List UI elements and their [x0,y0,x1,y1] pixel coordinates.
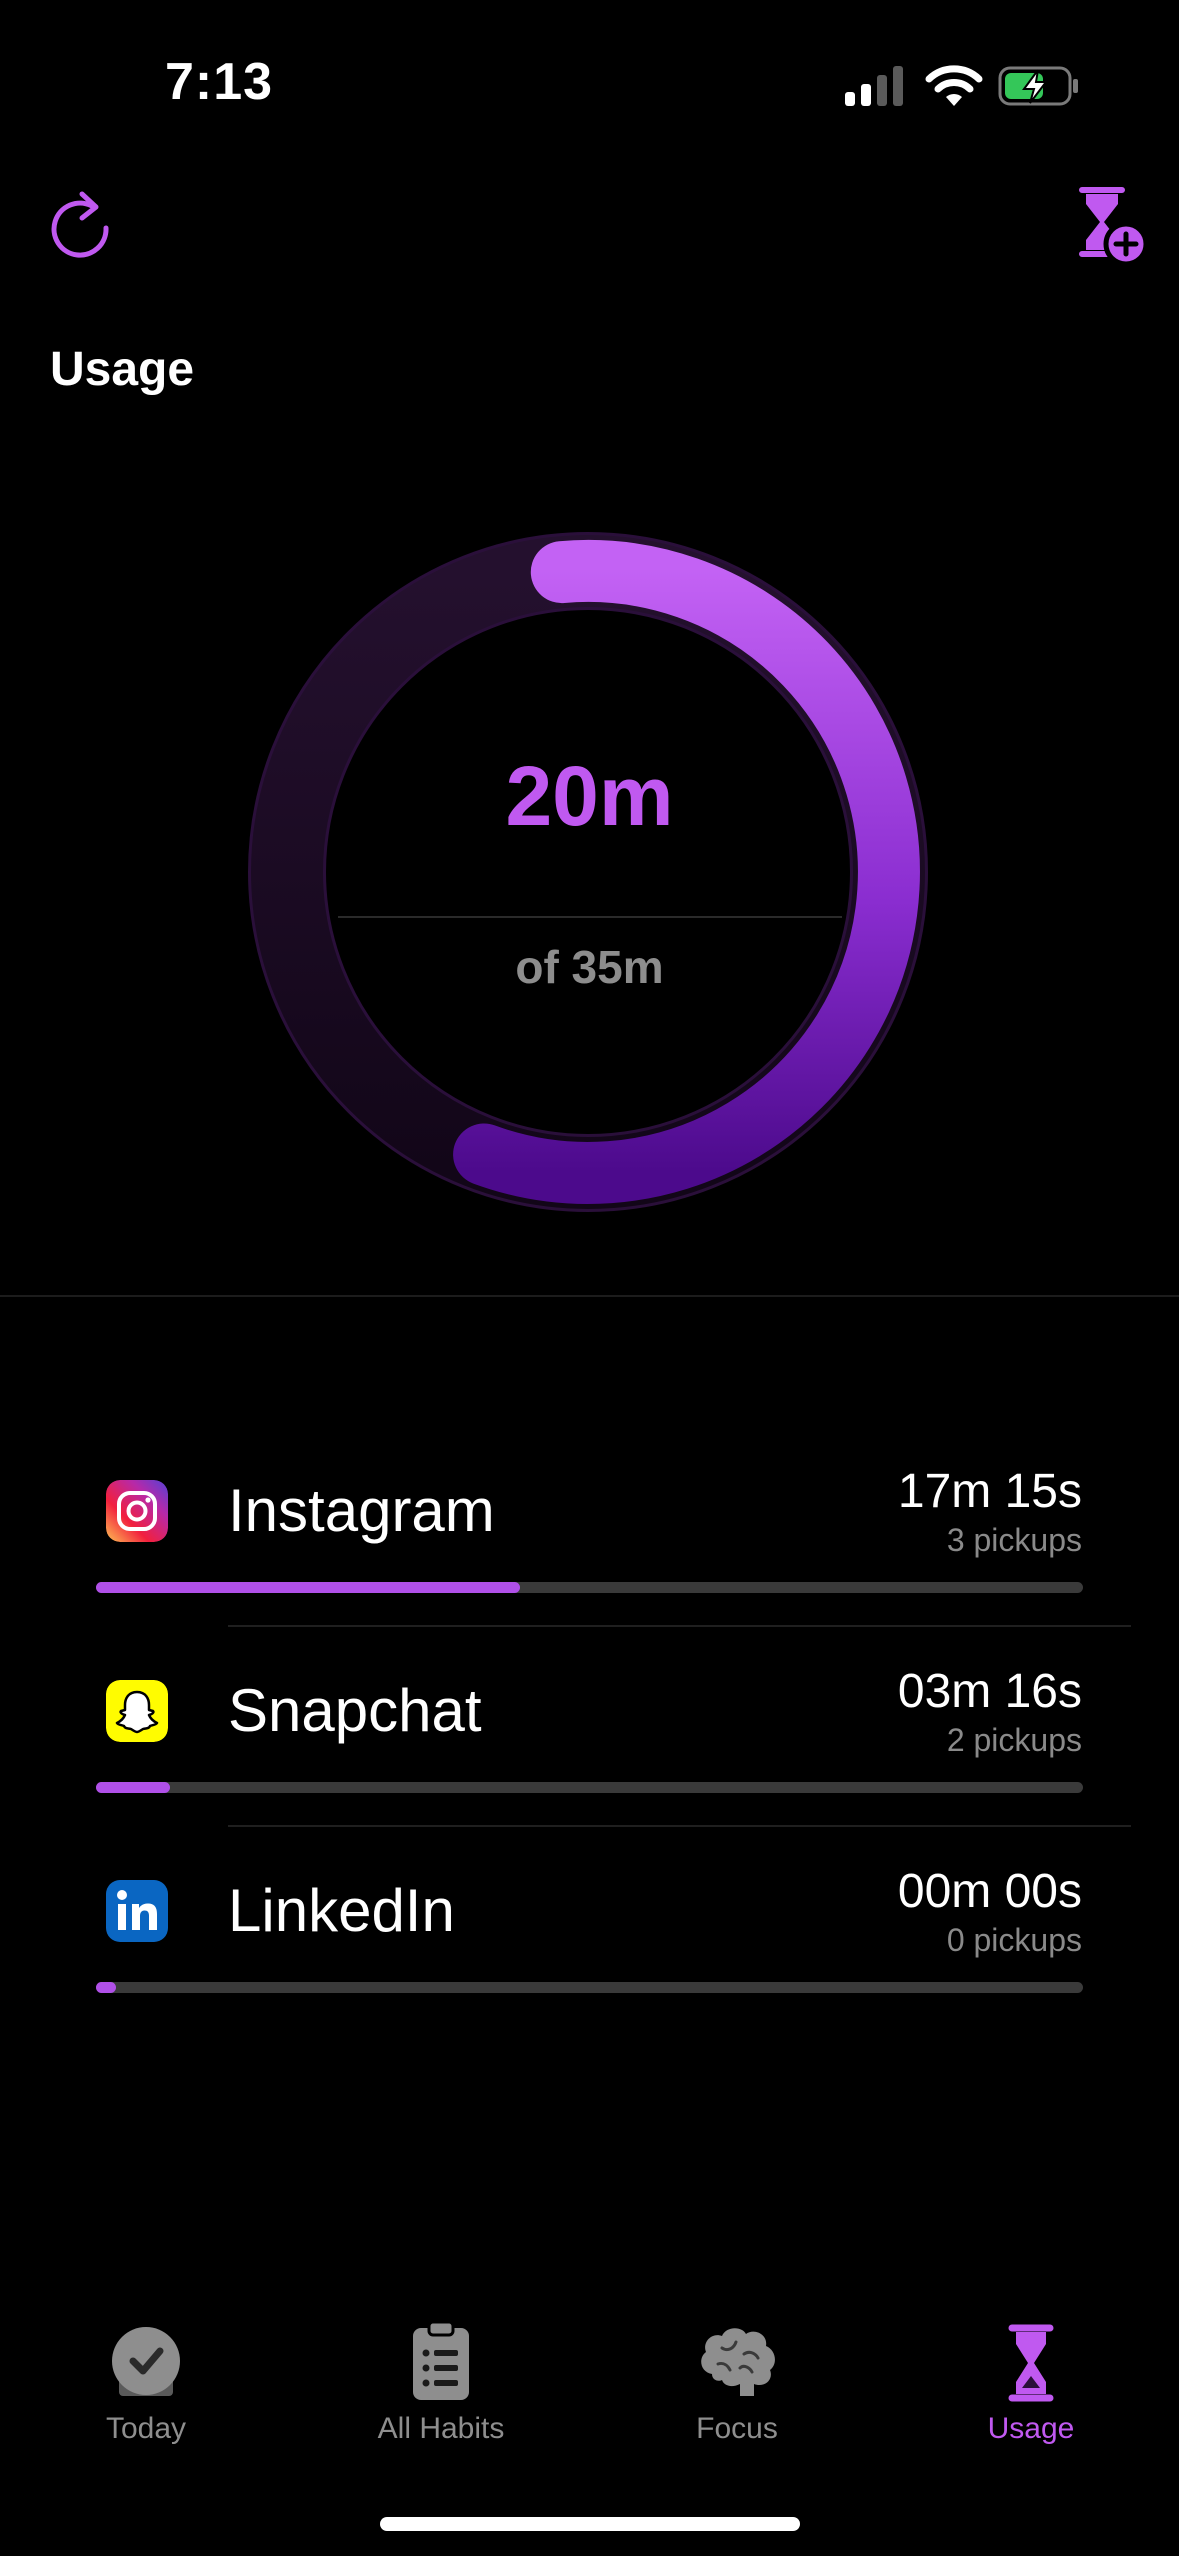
usage-progress-arc [453,539,920,1204]
wifi-icon [925,65,983,106]
tab-label: Focus [696,2412,778,2445]
tab-focus[interactable]: Focus [627,2318,847,2446]
section-divider [0,1295,1179,1297]
instagram-icon [106,1480,168,1542]
usage-limit-label: of 35m [515,941,664,993]
tab-label: All Habits [377,2412,505,2445]
app-name: LinkedIn [228,1877,455,1944]
brain-icon [701,2328,775,2396]
tab-label: Usage [987,2412,1075,2445]
hourglass-icon [1008,2324,1054,2402]
tab-all-habits[interactable]: All Habits [331,2318,551,2446]
app-usage-bar [96,1982,1083,1993]
app-usage-bar-fill [96,1782,171,1793]
app-usage-bar [96,1582,1083,1593]
add-limit-button[interactable] [1060,182,1150,272]
tab-label: Today [105,2412,187,2445]
app-usage-bar-fill [96,1582,521,1593]
app-row-snapchat[interactable]: Snapchat 03m 16s 2 pickups [0,1660,1179,1860]
linkedin-icon [106,1880,168,1942]
snapchat-icon [106,1680,168,1742]
app-usage-bar [96,1782,1083,1793]
home-indicator [380,2517,800,2531]
usage-progress-ring [248,532,928,1212]
usage-total-value: 20m [505,749,674,843]
app-name: Instagram [228,1477,495,1544]
refresh-button[interactable] [38,186,128,276]
app-row-linkedin[interactable]: LinkedIn 00m 00s 0 pickups [0,1860,1179,2060]
battery-charging-icon [998,66,1078,106]
app-pickups: 3 pickups [946,1522,1082,1558]
cellular-signal-icon [845,66,903,106]
row-divider [228,1825,1131,1827]
app-name: Snapchat [228,1677,482,1744]
app-usage-time: 00m 00s [897,1865,1082,1918]
app-row-instagram[interactable]: Instagram 17m 15s 3 pickups [0,1460,1179,1660]
app-usage-time: 03m 16s [897,1665,1082,1718]
page-title: Usage [50,343,195,396]
app-usage-bar-fill [96,1982,116,1993]
tab-today[interactable]: Today [36,2318,256,2446]
ring-divider [338,916,842,918]
app-pickups: 2 pickups [946,1722,1082,1758]
status-time: 7:13 [165,53,274,111]
app-pickups: 0 pickups [946,1922,1082,1958]
app-usage-time: 17m 15s [897,1465,1082,1518]
tab-usage[interactable]: Usage [921,2318,1141,2446]
row-divider [228,1625,1131,1627]
clipboard-list-icon [413,2320,469,2400]
clock-check-icon [112,2327,180,2396]
